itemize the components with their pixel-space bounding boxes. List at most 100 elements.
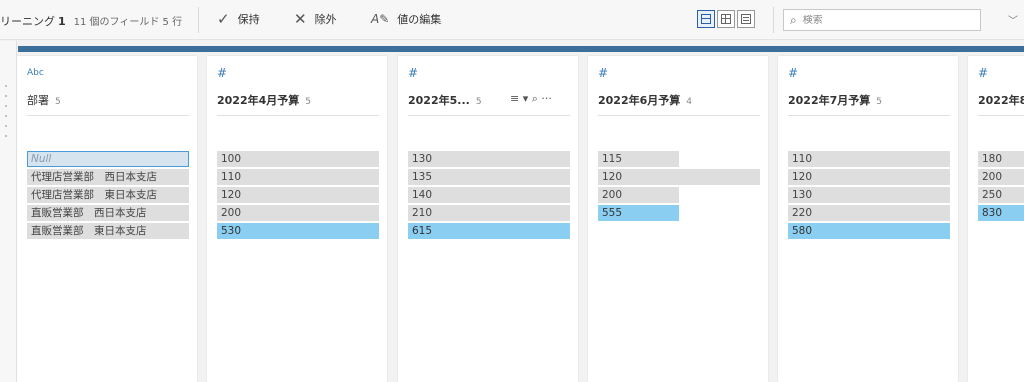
value-bar[interactable]: 直販営業部 東日本支店 [27,223,189,239]
value-bar[interactable]: 200 [217,205,379,221]
distinct-count: 5 [475,97,482,107]
search-input[interactable] [802,14,963,26]
profile-card[interactable]: Abc 部署 5 Null 代理店営業部 西日本支店 代理店営業部 東日本支店 直販営業部 … [17,56,197,382]
value-histogram: 130 135 140 210 615 [408,151,578,241]
value-histogram: 115 120 200 555 [598,151,768,223]
divider [27,115,189,116]
step-number: 1 [58,15,66,28]
value-bar[interactable]: 代理店営業部 西日本支店 [27,169,189,185]
toolbar-divider [198,7,199,33]
profile-card[interactable]: #2022年5... 5 ≡ ▾ ⌕ ··· 130 135 140 210 615 [398,56,578,382]
check-icon: ✓ [217,10,230,28]
exclude-button[interactable]: ✕ 除外 [294,11,337,27]
field-name[interactable]: 2022年6月予算 4 [598,92,692,108]
card-tools: ≡ ▾ ⌕ ··· [510,92,552,106]
value-bar[interactable]: 110 [788,151,950,167]
value-bar[interactable]: 代理店営業部 東日本支店 [27,187,189,203]
value-histogram: 110 120 130 220 580 [788,151,958,241]
data-grid-view-button[interactable] [717,10,735,28]
edit-value-button[interactable]: A✎ 値の編集 [371,11,441,27]
divider [978,115,1024,116]
profile-header-bar [18,46,1024,52]
chevron-down-icon[interactable]: ﹀ [1008,12,1018,27]
step-name: リーニング [0,15,55,28]
value-bar[interactable]: 530 [217,223,379,239]
search-icon: ⌕ [790,12,797,27]
field-name[interactable]: 2022年8 [978,92,1024,108]
value-histogram: 100 110 120 200 530 [217,151,387,241]
value-bar[interactable]: 250 [978,187,1024,203]
list-view-button[interactable] [737,10,755,28]
distinct-count: 5 [876,97,883,107]
distinct-count: 5 [55,97,61,107]
list-icon [741,14,751,24]
value-bar[interactable]: 615 [408,223,570,239]
distinct-count: 4 [686,97,693,107]
more-icon[interactable]: ··· [541,92,552,105]
keep-button[interactable]: ✓ 保持 [217,11,260,27]
value-histogram: Null 代理店営業部 西日本支店 代理店営業部 東日本支店 直販営業部 西日本支店直… [27,151,197,241]
number-type-icon[interactable]: # [978,66,988,80]
divider [598,115,760,116]
toolbar-divider [773,7,774,33]
left-collapsed-panel[interactable] [0,41,17,382]
number-type-icon[interactable]: # [408,66,418,80]
grid-icon [721,14,731,24]
divider [408,115,570,116]
profile-card[interactable]: #2022年7月予算 5 110 120 130 220 580 [778,56,958,382]
string-type-icon[interactable]: Abc [27,68,44,78]
value-bar[interactable]: 115 [598,151,679,167]
profile-pane: Abc 部署 5 Null 代理店営業部 西日本支店 代理店営業部 東日本支店 直販営業部 … [17,41,1024,382]
dropdown-icon[interactable]: ▾ [519,92,532,105]
value-bar[interactable]: 200 [598,187,679,203]
profile-card[interactable]: #2022年8 180 200 250 830 [968,56,1024,382]
number-type-icon[interactable]: # [788,66,798,80]
distinct-count: 5 [305,97,312,107]
value-bar[interactable]: 830 [978,205,1024,221]
field-name[interactable]: 2022年5... 5 [408,92,482,108]
edit-text-icon: A✎ [371,12,390,26]
search-box: ⌕ [783,9,981,31]
profile-card[interactable]: #2022年4月予算 5 100 110 120 200 530 [207,56,387,382]
value-bar[interactable]: 130 [408,151,570,167]
value-bar[interactable]: Null [27,151,189,167]
value-bar[interactable]: 110 [217,169,379,185]
value-bar[interactable]: 120 [217,187,379,203]
profile-view-icon [701,14,711,24]
profile-card[interactable]: #2022年6月予算 4 115 120 200 555 [588,56,768,382]
field-name-label: 2022年5... [408,94,470,107]
divider [788,115,950,116]
edit-value-label: 値の編集 [397,13,442,26]
value-bar[interactable]: 580 [788,223,950,239]
grip-icon [4,81,8,141]
value-bar[interactable]: 直販営業部 西日本支店 [27,205,189,221]
divider [217,115,379,116]
field-name[interactable]: 2022年7月予算 5 [788,92,882,108]
value-bar[interactable]: 120 [598,169,760,185]
value-bar[interactable]: 200 [978,169,1024,185]
x-icon: ✕ [294,10,307,28]
value-bar[interactable]: 220 [788,205,950,221]
exclude-label: 除外 [314,13,337,26]
toolbar: リーニング1 11 個のフィールド 5 行 ✓ 保持 ✕ 除外 A✎ 値の編集 ⌕ ﹀ [0,0,1024,40]
value-bar[interactable]: 180 [978,151,1024,167]
value-bar[interactable]: 130 [788,187,950,203]
field-name-label: 2022年8 [978,94,1024,107]
field-name[interactable]: 部署 5 [27,92,61,108]
field-name[interactable]: 2022年4月予算 5 [217,92,311,108]
field-name-label: 2022年7月予算 [788,94,871,107]
value-bar[interactable]: 555 [598,205,679,221]
value-bar[interactable]: 100 [217,151,379,167]
value-bar[interactable]: 140 [408,187,570,203]
value-histogram: 180 200 250 830 [978,151,1024,223]
value-bar[interactable]: 120 [788,169,950,185]
profile-view-button[interactable] [697,10,715,28]
value-bar[interactable]: 210 [408,205,570,221]
flow-step-title: リーニング 1 11 個のフィールド 5 行 [0,13,182,29]
value-bar[interactable]: 135 [408,169,570,185]
field-name-label: 2022年6月予算 [598,94,681,107]
number-type-icon[interactable]: # [217,66,227,80]
search-icon[interactable]: ⌕ [532,92,542,105]
sort-icon[interactable]: ≡ [510,92,519,105]
number-type-icon[interactable]: # [598,66,608,80]
